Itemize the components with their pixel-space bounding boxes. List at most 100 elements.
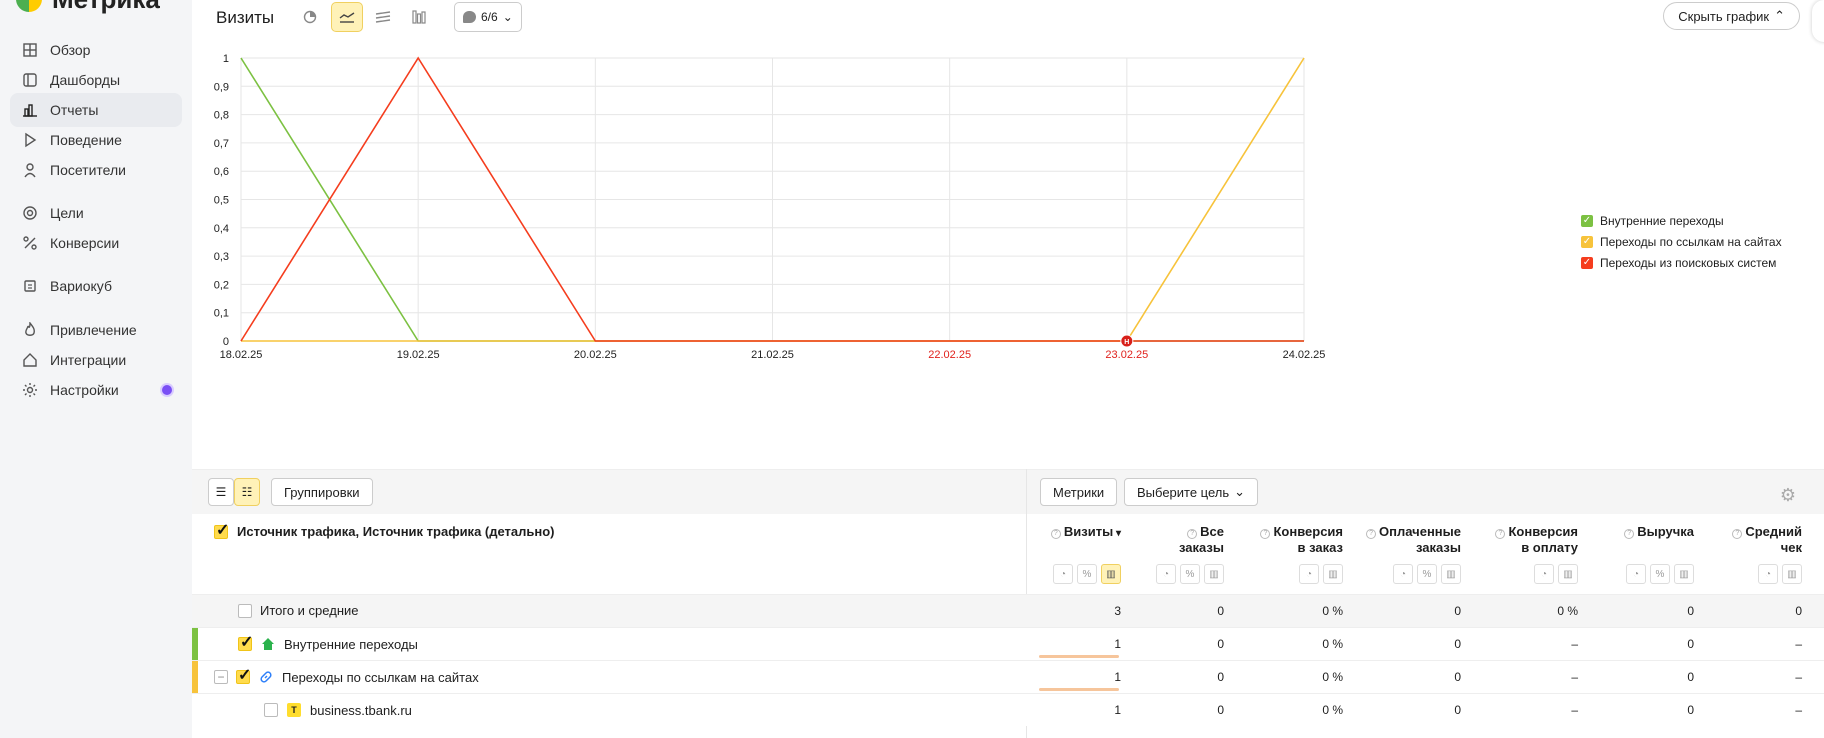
- legend-item[interactable]: ✓ Переходы по ссылкам на сайтах: [1581, 231, 1782, 252]
- dashboard-icon: [22, 72, 38, 88]
- help-icon[interactable]: ?: [1260, 529, 1271, 539]
- pie-chart-icon[interactable]: ◔: [1156, 564, 1176, 584]
- metric-column-header[interactable]: ? Конверсия в заказ: [1260, 524, 1343, 556]
- row-checkbox[interactable]: [264, 703, 278, 717]
- pie-chart-icon[interactable]: ◔: [1758, 564, 1778, 584]
- sidebar-item-behavior[interactable]: Поведение: [10, 123, 182, 157]
- legend-item[interactable]: ✓ Переходы из поисковых систем: [1581, 252, 1782, 273]
- side-panel-tab[interactable]: [1812, 0, 1824, 42]
- logo[interactable]: Метрика: [16, 0, 160, 14]
- table-settings-gear-icon[interactable]: ⚙: [1780, 485, 1796, 506]
- grid-icon: [22, 42, 38, 58]
- help-icon[interactable]: ?: [1732, 529, 1743, 539]
- bar-chart-icon[interactable]: ▥: [1101, 564, 1121, 584]
- cell-value: 0 %: [1322, 703, 1343, 717]
- sidebar-item-overview[interactable]: Обзор: [10, 33, 182, 67]
- row-label: Внутренние переходы: [238, 632, 418, 652]
- hide-chart-button[interactable]: Скрыть график ⌃: [1663, 2, 1800, 30]
- row-checkbox[interactable]: [238, 603, 252, 618]
- pie-chart-icon[interactable]: ◔: [1053, 564, 1073, 584]
- bar-chart-icon[interactable]: ▥: [1558, 564, 1578, 584]
- select-goal-dropdown[interactable]: Выберите цель ⌄: [1124, 478, 1259, 506]
- list-view-button[interactable]: ☰: [208, 478, 234, 506]
- visualization-buttons: ◔% ▥: [1626, 564, 1694, 584]
- pie-chart-icon[interactable]: ◔: [1534, 564, 1554, 584]
- percent-icon[interactable]: %: [1417, 564, 1437, 584]
- bar-chart-view-button[interactable]: [403, 2, 435, 32]
- table-row[interactable]: Внутренние переходы 1 0 0 % 0 – 0 –: [192, 627, 1824, 661]
- sidebar-item-settings[interactable]: Настройки: [10, 373, 182, 407]
- pie-chart-view-button[interactable]: [294, 2, 326, 32]
- segments-dropdown[interactable]: 6/6 ⌄: [454, 2, 522, 32]
- metric-column-header[interactable]: ? Оплаченные заказы: [1366, 524, 1461, 556]
- hide-chart-label: Скрыть график: [1678, 8, 1770, 24]
- holiday-marker-label: H: [1124, 339, 1129, 346]
- legend-checkbox[interactable]: ✓: [1581, 235, 1593, 248]
- select-all-checkbox[interactable]: [214, 520, 229, 540]
- legend-item[interactable]: ✓ Внутренние переходы: [1581, 210, 1782, 231]
- row-checkbox[interactable]: [236, 665, 251, 685]
- sidebar-item-dashboards[interactable]: Дашборды: [10, 63, 182, 97]
- sort-desc-icon[interactable]: ▾: [1113, 528, 1121, 539]
- area-chart-view-button[interactable]: [367, 2, 399, 32]
- help-icon[interactable]: ?: [1187, 529, 1198, 539]
- help-icon[interactable]: ?: [1050, 529, 1061, 539]
- help-icon[interactable]: ?: [1366, 529, 1377, 539]
- sidebar-item-visitors[interactable]: Посетители: [10, 153, 182, 187]
- metric-header-line2: в заказ: [1297, 540, 1343, 555]
- metrics-button[interactable]: Метрики: [1040, 478, 1118, 506]
- y-tick-label: 0,4: [214, 223, 229, 235]
- tree-view-button[interactable]: ☷: [234, 478, 260, 506]
- pie-chart-icon[interactable]: ◔: [1299, 564, 1319, 584]
- table-toolbar: ☰ ☷ Группировки Метрики Выберите цель ⌄ …: [192, 469, 1824, 514]
- bar-chart-icon[interactable]: ▥: [1782, 564, 1802, 584]
- sidebar-item-label: Обзор: [50, 42, 91, 58]
- pie-chart-icon[interactable]: ◔: [1393, 564, 1413, 584]
- y-tick-label: 0,6: [214, 166, 229, 178]
- sidebar-item-acquisition[interactable]: Привлечение: [10, 313, 182, 347]
- metric-column-header[interactable]: ? Конверсия в оплату: [1495, 524, 1578, 556]
- sidebar-item-reports[interactable]: Отчеты: [10, 93, 182, 127]
- bar-chart-icon[interactable]: ▥: [1323, 564, 1343, 584]
- help-icon[interactable]: ?: [1495, 529, 1506, 539]
- visualization-buttons: ◔% ▥: [1393, 564, 1461, 584]
- x-tick-label: 19.02.25: [397, 349, 440, 361]
- percent-icon[interactable]: %: [1077, 564, 1097, 584]
- groupings-button[interactable]: Группировки: [271, 478, 373, 506]
- metric-column-header[interactable]: ? Визиты ▾: [1050, 524, 1121, 542]
- y-tick-label: 0,7: [214, 138, 229, 150]
- table-row[interactable]: T business.tbank.ru 1 0 0 % 0 – 0 –: [192, 693, 1824, 726]
- table-row[interactable]: − Переходы по ссылкам на сайтах 1 0 0 % 0 – 0…: [192, 660, 1824, 694]
- bar-chart-icon[interactable]: ▥: [1441, 564, 1461, 584]
- row-label-text: Внутренние переходы: [284, 636, 418, 652]
- sidebar-item-conversions[interactable]: Конверсии: [10, 226, 182, 260]
- legend-checkbox[interactable]: ✓: [1581, 256, 1593, 269]
- line-chart-view-button[interactable]: [331, 2, 363, 32]
- sidebar-item-variocube[interactable]: Вариокуб: [10, 269, 182, 303]
- row-checkbox[interactable]: [238, 632, 253, 652]
- sidebar-item-integrations[interactable]: Интеграции: [10, 343, 182, 377]
- x-tick-label: 22.02.25: [928, 349, 971, 361]
- percent-icon[interactable]: %: [1650, 564, 1670, 584]
- metric-column-header[interactable]: ? Выручка: [1624, 524, 1694, 540]
- y-tick-label: 0,5: [214, 195, 229, 207]
- percent-icon[interactable]: %: [1180, 564, 1200, 584]
- metric-column-header[interactable]: ? Средний чек: [1732, 524, 1802, 556]
- legend-checkbox[interactable]: ✓: [1581, 214, 1593, 227]
- metric-header-line1: Выручка: [1637, 524, 1694, 539]
- stacked-bar-icon: [412, 10, 426, 24]
- pie-chart-icon[interactable]: ◔: [1626, 564, 1646, 584]
- sidebar-item-goals[interactable]: Цели: [10, 196, 182, 230]
- bar-chart-icon[interactable]: ▥: [1674, 564, 1694, 584]
- flame-icon: [22, 322, 38, 338]
- metric-header-line1: Средний: [1745, 524, 1802, 539]
- sidebar-item-label: Дашборды: [50, 72, 120, 88]
- collapse-toggle[interactable]: −: [214, 670, 228, 684]
- tbank-favicon-icon: T: [286, 702, 302, 718]
- row-label: − Переходы по ссылкам на сайтах: [214, 665, 479, 685]
- metric-column-header[interactable]: ? Все заказы: [1179, 524, 1224, 556]
- help-icon[interactable]: ?: [1624, 529, 1635, 539]
- table-header: Источник трафика, Источник трафика (дета…: [192, 514, 1824, 594]
- bar-chart-icon[interactable]: ▥: [1204, 564, 1224, 584]
- cell-value: –: [1795, 703, 1802, 717]
